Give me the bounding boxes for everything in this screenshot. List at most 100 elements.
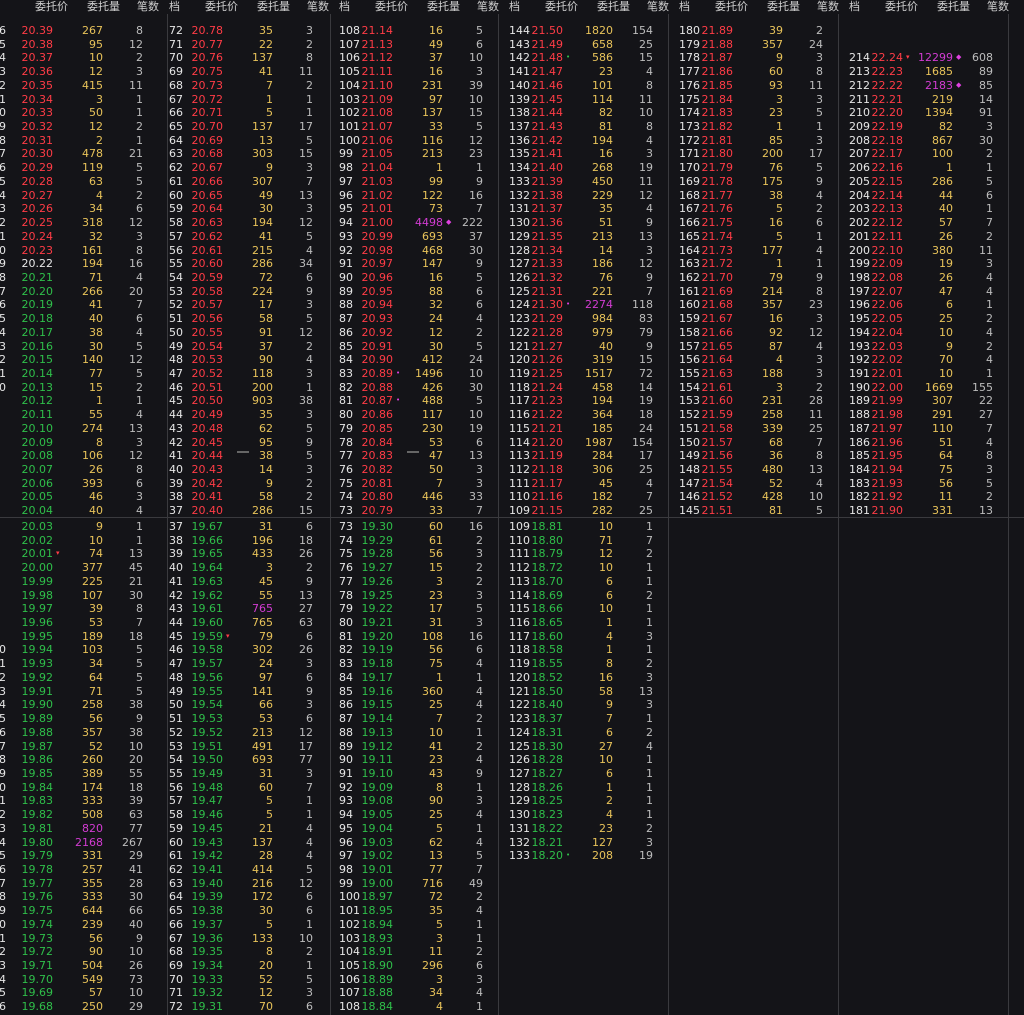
level-price[interactable]: 19.00 xyxy=(345,877,394,891)
level-volume[interactable]: 4 xyxy=(397,1000,443,1014)
level-volume[interactable]: 6 xyxy=(567,726,613,740)
level-price[interactable]: 19.74 xyxy=(5,918,54,932)
level-volume[interactable]: 25 xyxy=(397,808,443,822)
level-volume[interactable]: 56 xyxy=(57,932,103,946)
level-volume[interactable]: 4 xyxy=(737,353,783,367)
level-volume[interactable]: 26 xyxy=(907,230,953,244)
level-price[interactable]: 20.76 xyxy=(175,51,224,65)
level-price[interactable]: 21.65 xyxy=(685,340,734,354)
level-price[interactable]: 21.90 xyxy=(855,504,904,518)
level-price[interactable]: 20.58 xyxy=(175,285,224,299)
level-price[interactable]: 18.97 xyxy=(345,890,394,904)
level-price[interactable]: 20.63 xyxy=(175,216,224,230)
level-price[interactable]: 18.23 xyxy=(515,808,564,822)
level-price[interactable]: 21.97 xyxy=(855,422,904,436)
level-volume[interactable]: 11 xyxy=(397,945,443,959)
level-volume[interactable]: 21 xyxy=(227,822,273,836)
level-volume[interactable]: 693 xyxy=(227,753,273,767)
level-price[interactable]: 19.25 xyxy=(345,589,394,603)
level-price[interactable]: 19.85 xyxy=(5,767,54,781)
level-price[interactable]: 19.45 xyxy=(175,822,224,836)
level-volume[interactable]: 2274 xyxy=(567,298,613,312)
level-price[interactable]: 18.69 xyxy=(515,589,564,603)
level-volume[interactable]: 81 xyxy=(567,120,613,134)
level-volume[interactable]: 41 xyxy=(57,298,103,312)
level-volume[interactable]: 39 xyxy=(57,602,103,616)
header-price[interactable]: 委托价 xyxy=(35,0,68,14)
level-price[interactable]: 20.06 xyxy=(5,477,54,491)
level-volume[interactable]: 99 xyxy=(397,175,443,189)
level-volume[interactable]: 357 xyxy=(57,726,103,740)
level-price[interactable]: 18.70 xyxy=(515,575,564,589)
level-price[interactable]: 21.25 xyxy=(515,367,564,381)
level-volume[interactable]: 49 xyxy=(397,38,443,52)
level-price[interactable]: 20.00 xyxy=(5,561,54,575)
level-price[interactable]: 19.90 xyxy=(5,698,54,712)
level-price[interactable]: 19.38 xyxy=(175,904,224,918)
level-price[interactable]: 20.03 xyxy=(5,520,54,534)
level-price[interactable]: 22.00 xyxy=(855,381,904,395)
level-volume[interactable]: 90 xyxy=(227,353,273,367)
header-volume[interactable]: 委托量 xyxy=(937,0,970,14)
level-price[interactable]: 19.72 xyxy=(5,945,54,959)
level-volume[interactable]: 81 xyxy=(737,504,783,518)
level-price[interactable]: 20.93 xyxy=(345,312,394,326)
level-price[interactable]: 19.32 xyxy=(175,986,224,1000)
level-volume[interactable]: 196 xyxy=(227,534,273,548)
level-volume[interactable]: 867 xyxy=(907,134,953,148)
level-price[interactable]: 20.78 xyxy=(175,24,224,38)
level-price[interactable]: 20.29 xyxy=(5,161,54,175)
level-volume[interactable]: 3 xyxy=(397,575,443,589)
level-volume[interactable]: 33 xyxy=(397,504,443,518)
level-volume[interactable]: 5 xyxy=(737,230,783,244)
level-volume[interactable]: 7 xyxy=(567,712,613,726)
level-volume[interactable]: 133 xyxy=(227,932,273,946)
level-volume[interactable]: 266 xyxy=(57,285,103,299)
level-volume[interactable]: 30 xyxy=(57,340,103,354)
level-price[interactable]: 22.18 xyxy=(855,134,904,148)
splitter-handle[interactable] xyxy=(237,451,249,453)
level-price[interactable]: 21.59 xyxy=(685,408,734,422)
header-count[interactable]: 笔数 xyxy=(137,0,159,14)
level-price[interactable]: 20.64 xyxy=(175,202,224,216)
level-volume[interactable]: 224 xyxy=(227,285,273,299)
level-volume[interactable]: 62 xyxy=(227,422,273,436)
level-price[interactable]: 20.30 xyxy=(5,147,54,161)
level-price[interactable]: 19.86 xyxy=(5,753,54,767)
level-volume[interactable]: 23 xyxy=(737,106,783,120)
level-price[interactable]: 20.81 xyxy=(345,477,394,491)
level-price[interactable]: 20.73 xyxy=(175,79,224,93)
level-volume[interactable]: 267 xyxy=(57,24,103,38)
level-volume[interactable]: 1 xyxy=(737,120,783,134)
level-volume[interactable]: 16 xyxy=(397,271,443,285)
level-volume[interactable]: 137 xyxy=(397,106,443,120)
level-volume[interactable]: 22 xyxy=(227,38,273,52)
level-price[interactable]: 21.79 xyxy=(685,161,734,175)
level-volume[interactable]: 3 xyxy=(737,381,783,395)
level-volume[interactable]: 45 xyxy=(227,575,273,589)
level-volume[interactable]: 116 xyxy=(397,134,443,148)
level-price[interactable]: 22.08 xyxy=(855,271,904,285)
level-price[interactable]: 19.16 xyxy=(345,685,394,699)
level-price[interactable]: 20.88 xyxy=(345,381,394,395)
level-volume[interactable]: 140 xyxy=(57,353,103,367)
level-volume[interactable]: 491 xyxy=(227,740,273,754)
level-volume[interactable]: 71 xyxy=(57,271,103,285)
level-price[interactable]: 20.41 xyxy=(175,490,224,504)
level-volume[interactable]: 428 xyxy=(737,490,783,504)
level-volume[interactable]: 34 xyxy=(397,986,443,1000)
level-price[interactable]: 20.07 xyxy=(5,463,54,477)
level-volume[interactable]: 194 xyxy=(57,257,103,271)
level-volume[interactable]: 307 xyxy=(907,394,953,408)
level-price[interactable]: 19.59 xyxy=(175,630,224,644)
level-volume[interactable]: 73 xyxy=(397,202,443,216)
level-price[interactable]: 18.90 xyxy=(345,959,394,973)
level-volume[interactable]: 45 xyxy=(567,477,613,491)
level-volume[interactable]: 37 xyxy=(397,51,443,65)
level-price[interactable]: 21.82 xyxy=(685,120,734,134)
level-volume[interactable]: 38 xyxy=(57,326,103,340)
level-volume[interactable]: 450 xyxy=(567,175,613,189)
level-volume[interactable]: 31 xyxy=(227,520,273,534)
level-price[interactable]: 21.88 xyxy=(685,38,734,52)
level-price[interactable]: 20.65 xyxy=(175,189,224,203)
